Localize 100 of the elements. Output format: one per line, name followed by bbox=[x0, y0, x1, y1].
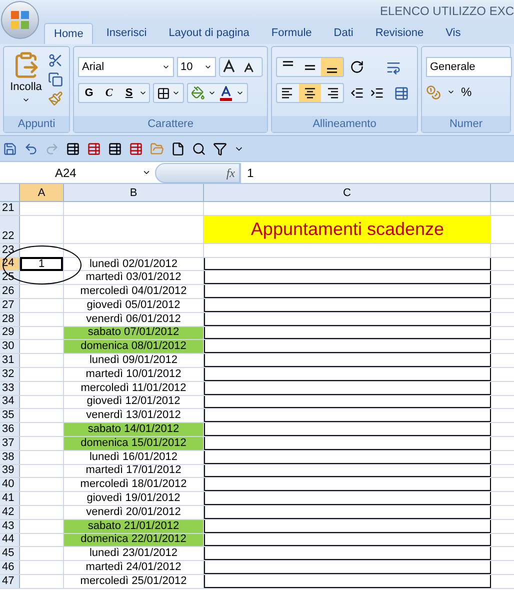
paste-button[interactable]: Incolla bbox=[8, 51, 44, 106]
font-name-field[interactable]: Arial bbox=[78, 57, 174, 77]
column-header[interactable]: A bbox=[20, 184, 64, 201]
function-label[interactable]: fx bbox=[226, 164, 235, 182]
row-header[interactable]: 44 bbox=[0, 534, 20, 546]
date-cell: giovedì 19/01/2012 bbox=[64, 492, 204, 505]
caret-icon bbox=[142, 168, 151, 177]
row-header[interactable]: 22 bbox=[0, 216, 20, 243]
text-align-icon bbox=[303, 86, 318, 100]
row-header[interactable]: 29 bbox=[0, 326, 20, 340]
sheet-title: Appuntamenti scadenze bbox=[250, 218, 444, 241]
number-format-field[interactable]: Generale bbox=[426, 57, 512, 77]
row-header[interactable]: 32 bbox=[0, 368, 20, 381]
save-icon[interactable] bbox=[3, 142, 17, 156]
row-header[interactable]: 21 bbox=[0, 202, 20, 215]
text-align-icon bbox=[325, 86, 340, 100]
bold-button[interactable]: G bbox=[79, 84, 100, 102]
row-header[interactable]: 26 bbox=[0, 285, 20, 298]
date-cell: martedì 03/01/2012 bbox=[64, 271, 204, 284]
ribbon-tab[interactable]: Dati bbox=[324, 23, 362, 44]
date-cell: domenica 22/01/2012 bbox=[64, 534, 204, 546]
row-header[interactable]: 27 bbox=[0, 298, 20, 312]
font-size-field[interactable]: 10 bbox=[176, 57, 216, 77]
row-header[interactable]: 39 bbox=[0, 464, 20, 478]
vertical-align-icon bbox=[283, 61, 294, 66]
undo-icon[interactable] bbox=[24, 142, 38, 156]
logo-icon bbox=[10, 10, 30, 30]
date-cell: giovedì 12/01/2012 bbox=[64, 396, 204, 408]
ribbon-tab[interactable]: Vis bbox=[436, 23, 470, 44]
row-header[interactable]: 45 bbox=[0, 547, 20, 560]
row-header[interactable]: 37 bbox=[0, 436, 20, 450]
italic-button[interactable]: C bbox=[99, 84, 120, 102]
horizontal-align-button[interactable] bbox=[299, 84, 322, 102]
indent-increase-icon[interactable] bbox=[370, 86, 384, 100]
indent-decrease-icon[interactable] bbox=[350, 86, 364, 100]
row-header[interactable]: 34 bbox=[0, 396, 20, 408]
row-header[interactable]: 35 bbox=[0, 409, 20, 422]
group-label: Appunti bbox=[4, 116, 70, 132]
date-cell: mercoledì 04/01/2012 bbox=[64, 285, 204, 298]
scissors-icon[interactable] bbox=[48, 53, 63, 68]
date-cell: venerdì 13/01/2012 bbox=[64, 409, 204, 422]
date-cell: domenica 15/01/2012 bbox=[64, 436, 204, 450]
row-header[interactable]: 40 bbox=[0, 478, 20, 492]
font-color-icon[interactable] bbox=[219, 86, 234, 100]
date-cell: sabato 21/01/2012 bbox=[64, 520, 204, 533]
ribbon-tab[interactable]: Revisione bbox=[366, 23, 433, 44]
fill-color-icon[interactable] bbox=[191, 86, 206, 100]
column-header[interactable]: B bbox=[64, 184, 204, 201]
window-title: ELENCO UTILIZZO EXC bbox=[380, 3, 514, 20]
row-header[interactable]: 47 bbox=[0, 574, 20, 588]
group-label: Carattere bbox=[74, 116, 268, 132]
date-cell: venerdì 20/01/2012 bbox=[64, 506, 204, 519]
date-cell: martedì 17/01/2012 bbox=[64, 464, 204, 478]
date-cell: mercoledì 18/01/2012 bbox=[64, 478, 204, 492]
date-cell: domenica 08/01/2012 bbox=[64, 340, 204, 354]
wrap-text-icon[interactable] bbox=[386, 60, 402, 74]
row-header[interactable]: 30 bbox=[0, 340, 20, 354]
caret-icon bbox=[172, 89, 180, 97]
currency-icon[interactable] bbox=[426, 84, 441, 100]
date-cell: sabato 07/01/2012 bbox=[64, 326, 204, 340]
name-box[interactable]: A24 bbox=[0, 162, 155, 182]
new-file-icon[interactable] bbox=[171, 142, 185, 156]
row-header[interactable]: 28 bbox=[0, 312, 20, 326]
date-cell: lunedì 16/01/2012 bbox=[64, 450, 204, 464]
row-header[interactable]: 41 bbox=[0, 492, 20, 505]
underline-button[interactable]: S bbox=[119, 84, 140, 102]
brush-icon[interactable] bbox=[48, 91, 63, 106]
column-header[interactable]: C bbox=[204, 184, 491, 201]
row-header[interactable]: 43 bbox=[0, 520, 20, 533]
caret-icon bbox=[236, 89, 244, 97]
row-header[interactable]: 33 bbox=[0, 382, 20, 395]
group-label: Numer bbox=[422, 116, 510, 132]
borders-button[interactable] bbox=[153, 83, 184, 103]
ribbon-tab[interactable]: Layout di pagina bbox=[160, 23, 258, 44]
borders-icon bbox=[157, 86, 170, 100]
vertical-align-icon bbox=[327, 68, 338, 73]
row-header[interactable]: 38 bbox=[0, 450, 20, 464]
row-header[interactable]: 46 bbox=[0, 561, 20, 574]
formula-field[interactable]: 1 bbox=[240, 162, 514, 182]
filter-icon[interactable] bbox=[213, 142, 227, 156]
row-header[interactable]: 42 bbox=[0, 506, 20, 519]
ribbon-tab[interactable]: Home bbox=[44, 23, 94, 44]
copy-icon[interactable] bbox=[48, 72, 63, 87]
date-cell: martedì 24/01/2012 bbox=[64, 561, 204, 574]
group-label: Allineamento bbox=[272, 116, 417, 132]
caret-icon bbox=[139, 89, 148, 97]
caret-icon bbox=[162, 63, 170, 71]
vertical-align-button[interactable] bbox=[321, 58, 344, 76]
caret-icon bbox=[204, 63, 212, 71]
caret-icon bbox=[208, 89, 216, 97]
row-header[interactable]: 36 bbox=[0, 423, 20, 436]
date-cell: venerdì 06/01/2012 bbox=[64, 312, 204, 326]
percent-button[interactable]: % bbox=[461, 83, 472, 101]
date-cell: sabato 14/01/2012 bbox=[64, 423, 204, 436]
ribbon-tab[interactable]: Formule bbox=[262, 23, 321, 44]
font-grow-shrink-icon[interactable] bbox=[219, 57, 264, 77]
active-cell[interactable]: 1 bbox=[20, 257, 63, 271]
ribbon-tab[interactable]: Inserisci bbox=[97, 23, 156, 44]
date-cell: mercoledì 25/01/2012 bbox=[64, 574, 204, 588]
row-header[interactable]: 31 bbox=[0, 354, 20, 367]
